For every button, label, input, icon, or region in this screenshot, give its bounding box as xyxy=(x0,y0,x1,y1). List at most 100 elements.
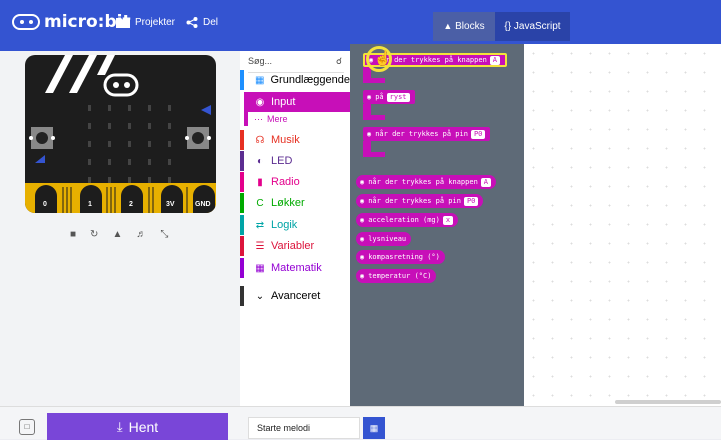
bottom-bar: □ ⤓ Hent Starte melodi ▦ xyxy=(0,406,721,440)
search-icon: ☌ xyxy=(335,56,342,66)
blocks-workspace[interactable] xyxy=(524,44,721,406)
input-icon: ◉ xyxy=(360,216,365,224)
save-button[interactable]: ▦ xyxy=(363,417,385,439)
slowmo-icon[interactable]: ▲ xyxy=(112,229,122,240)
block-dropdown[interactable]: P0 xyxy=(470,129,486,139)
folder-icon xyxy=(116,18,130,28)
block-text: kompasretning (°) xyxy=(368,253,440,261)
toolbox: Søg... ☌ ▦ Grundlæggende ◉ Input ⋯ Mere … xyxy=(240,51,350,406)
simulator-panel: 0 1 2 3V GND ■ ↻ ▲ ♬ ⤡ xyxy=(0,51,240,406)
block-text: når der trykkes på knappen xyxy=(377,56,487,64)
download-icon: ⤓ xyxy=(116,418,123,434)
block-on-gesture[interactable]: ◉ på ryst xyxy=(363,90,415,104)
collapse-icon: □ xyxy=(24,422,30,431)
pin-gnd-label: GND xyxy=(195,201,211,208)
grid-icon: ▦ xyxy=(254,74,265,86)
category-music[interactable]: ☊ Musik xyxy=(240,130,350,150)
category-logic[interactable]: ⇄ Logik xyxy=(240,215,350,235)
search-placeholder: Søg... xyxy=(248,56,273,66)
category-basic[interactable]: ▦ Grundlæggende xyxy=(240,70,350,90)
toggle-icon: ◐ xyxy=(256,155,264,167)
category-label: Variabler xyxy=(271,240,315,252)
category-radio[interactable]: ▮ Radio xyxy=(240,172,350,192)
category-label: Musik xyxy=(271,134,300,146)
collapse-simulator-button[interactable]: □ xyxy=(19,419,35,435)
block-on-pin-pressed[interactable]: ◉ når der trykkes på pin P0 xyxy=(363,127,491,141)
share-button[interactable]: Del xyxy=(186,17,218,28)
stop-icon[interactable]: ■ xyxy=(70,229,76,240)
input-icon: ◉ xyxy=(360,272,365,280)
category-math[interactable]: ▦ Matematik xyxy=(240,258,350,278)
block-dropdown[interactable]: A xyxy=(489,55,501,65)
block-dropdown[interactable]: A xyxy=(480,177,492,187)
floppy-icon: ▦ xyxy=(369,423,379,433)
category-led[interactable]: ◐ LED xyxy=(240,151,350,171)
category-label: Matematik xyxy=(271,262,322,274)
block-dropdown[interactable]: P0 xyxy=(463,196,479,206)
microbit-logo-icon xyxy=(12,14,40,30)
editor-toggle: ▲ Blocks {} JavaScript xyxy=(433,12,570,41)
download-label: Hent xyxy=(128,418,159,435)
input-icon: ◉ xyxy=(360,253,365,261)
category-loops[interactable]: C Løkker xyxy=(240,193,350,213)
input-icon: ◉ xyxy=(360,178,365,186)
fullscreen-icon[interactable]: ⤡ xyxy=(160,229,168,240)
pin-2-label: 2 xyxy=(129,201,133,208)
block-text: lysniveau xyxy=(368,235,407,243)
block-text: når der trykkes på pin xyxy=(375,130,468,138)
project-name-input[interactable]: Starte melodi xyxy=(248,417,360,439)
block-temperature[interactable]: ◉ temperatur (°C) xyxy=(356,269,437,283)
category-label: Løkker xyxy=(271,197,305,209)
block-light-level[interactable]: ◉ lysniveau xyxy=(356,232,412,246)
projects-label: Projekter xyxy=(135,17,176,28)
blocks-tab[interactable]: ▲ Blocks xyxy=(433,12,495,41)
pin-0-label: 0 xyxy=(43,201,47,208)
download-button[interactable]: ⤓ Hent xyxy=(47,413,228,440)
radio-icon: ◉ xyxy=(255,96,265,108)
lines-icon: ☰ xyxy=(255,240,265,252)
category-advanced[interactable]: ⌄ Avanceret xyxy=(240,286,350,306)
category-label: LED xyxy=(271,155,293,167)
category-variables[interactable]: ☰ Variabler xyxy=(240,236,350,256)
simulator-toolbar: ■ ↻ ▲ ♬ ⤡ xyxy=(70,229,168,240)
javascript-tab[interactable]: {} JavaScript xyxy=(495,12,570,41)
pin-1-label: 1 xyxy=(88,201,92,208)
block-text: når der trykkes på knappen xyxy=(368,178,478,186)
block-button-is-pressed[interactable]: ◉ når der trykkes på knappen A xyxy=(356,175,497,189)
block-dropdown[interactable]: x xyxy=(442,215,454,225)
block-acceleration[interactable]: ◉ acceleration (mg) x xyxy=(356,213,459,227)
share-label: Del xyxy=(203,17,219,28)
chevron-down-icon: ⌄ xyxy=(255,290,265,302)
blocks-tab-label: Blocks xyxy=(455,21,485,32)
block-dropdown[interactable]: ryst xyxy=(386,92,410,102)
restart-icon[interactable]: ↻ xyxy=(90,229,98,240)
category-label: Logik xyxy=(271,219,298,231)
microbit-board: 0 1 2 3V GND xyxy=(25,55,216,213)
headphones-icon: ☊ xyxy=(255,134,265,146)
more-label: Mere xyxy=(267,114,288,124)
projects-button[interactable]: Projekter xyxy=(116,17,175,28)
puzzle-icon: ▲ xyxy=(443,21,453,31)
loop-icon: C xyxy=(256,197,264,209)
javascript-tab-label: {} JavaScript xyxy=(504,21,561,32)
input-icon: ◉ xyxy=(367,130,372,138)
microbit-logo[interactable]: micro:bit xyxy=(12,12,131,32)
input-icon: ◉ xyxy=(367,93,372,101)
category-input[interactable]: ◉ Input xyxy=(244,92,350,112)
block-compass-heading[interactable]: ◉ kompasretning (°) xyxy=(356,250,445,264)
signal-icon: ▮ xyxy=(257,176,263,188)
category-label: Input xyxy=(271,96,296,108)
category-label: Radio xyxy=(271,176,300,188)
mute-icon[interactable]: ♬ xyxy=(136,229,146,240)
block-text: acceleration (mg) xyxy=(368,216,440,224)
shuffle-icon: ⇄ xyxy=(255,219,265,231)
workspace-scrollbar[interactable] xyxy=(615,400,721,404)
block-flyout: ◉ når der trykkes på knappen A ◉ på ryst… xyxy=(350,44,524,406)
category-input-more[interactable]: ⋯ Mere xyxy=(244,112,350,126)
category-label: Grundlæggende xyxy=(270,74,350,86)
pin-3v-label: 3V xyxy=(166,201,175,208)
block-text: når der trykkes på pin xyxy=(368,197,461,205)
category-label: Avanceret xyxy=(271,290,321,302)
input-icon: ◉ xyxy=(360,197,365,205)
block-pin-is-pressed[interactable]: ◉ når der trykkes på pin P0 xyxy=(356,194,484,208)
